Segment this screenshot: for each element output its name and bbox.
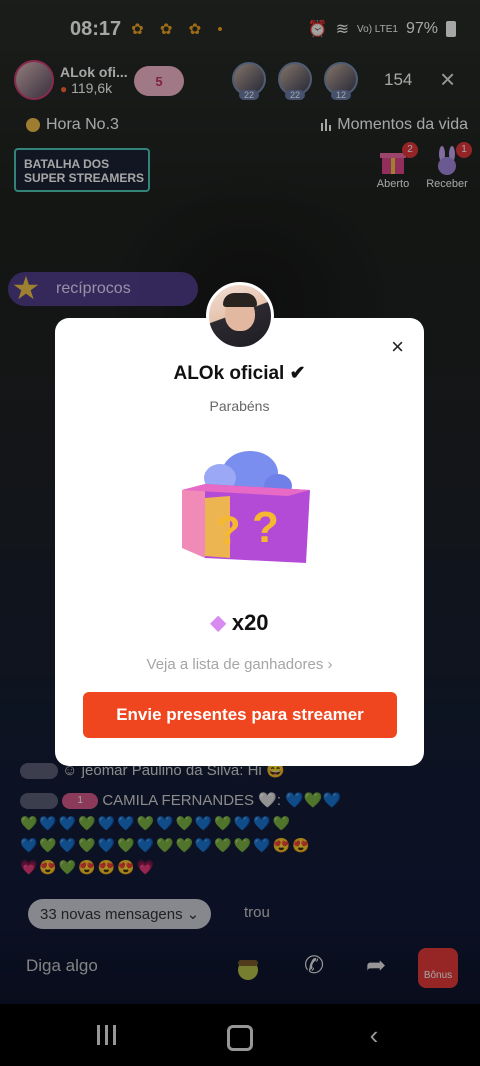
send-gifts-button[interactable]: Envie presentes para streamer xyxy=(83,692,397,738)
svg-text:?: ? xyxy=(252,503,279,552)
mystery-box-icon: ? ? xyxy=(160,438,320,568)
reward: ◆ x20 xyxy=(55,610,424,636)
streamer-avatar xyxy=(206,282,274,350)
winners-list-link[interactable]: Veja a lista de ganhadores › xyxy=(55,656,424,673)
close-icon[interactable]: × xyxy=(391,334,404,360)
winner-modal: × ALOk oficial ✔ Parabéns ? ? ◆ x20 Veja … xyxy=(55,318,424,766)
diamond-icon: ◆ xyxy=(210,612,226,634)
svg-text:?: ? xyxy=(216,509,240,553)
modal-streamer-name: ALOk oficial ✔ xyxy=(173,363,306,384)
modal-subtitle: Parabéns xyxy=(209,398,270,414)
reward-amount: x20 xyxy=(231,610,269,635)
